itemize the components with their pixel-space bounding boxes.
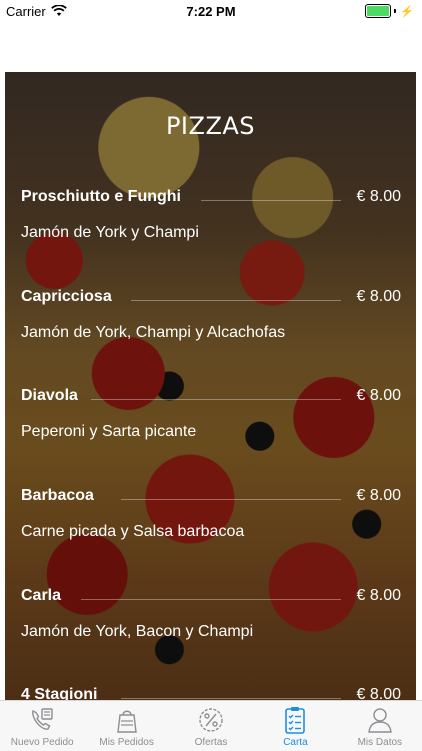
item-price: € 8.00	[356, 487, 401, 504]
item-name: Diavola	[21, 387, 78, 404]
menu-content: PIZZAS Proschiutto e Funghi € 8.00 Jamón…	[5, 72, 416, 700]
menu-item[interactable]: Capricciosa € 8.00 Jamón de York, Champi…	[21, 288, 401, 378]
status-time: 7:22 PM	[186, 3, 236, 19]
item-price: € 8.00	[356, 387, 401, 404]
menu-item[interactable]: 4 Stagioni € 8.00	[21, 686, 401, 700]
tab-label: Mis Pedidos	[99, 737, 154, 748]
item-divider	[121, 499, 341, 500]
user-profile-icon	[368, 708, 392, 733]
item-name: Capricciosa	[21, 288, 112, 305]
item-divider	[131, 300, 341, 301]
item-description: Peperoni y Sarta picante	[21, 423, 197, 440]
item-divider	[81, 599, 341, 600]
tab-mis-datos[interactable]: Mis Datos	[338, 701, 422, 751]
tab-bar: Nuevo Pedido Mis Pedidos Ofertas Carta M…	[0, 700, 422, 751]
item-description: Jamón de York y Champi	[21, 224, 199, 241]
item-name: Proschiutto e Funghi	[21, 188, 181, 205]
item-price: € 8.00	[356, 288, 401, 305]
item-description: Carne picada y Salsa barbacoa	[21, 523, 245, 540]
item-price: € 8.00	[356, 686, 401, 700]
battery-level	[367, 6, 390, 16]
menu-item[interactable]: Diavola € 8.00 Peperoni y Sarta picante	[21, 387, 401, 477]
percent-badge-icon	[199, 708, 223, 732]
menu-item[interactable]: Carla € 8.00 Jamón de York, Bacon y Cham…	[21, 587, 401, 677]
item-description: Jamón de York, Champi y Alcachofas	[21, 324, 286, 341]
menu-item[interactable]: Proschiutto e Funghi € 8.00 Jamón de Yor…	[21, 188, 401, 278]
clipboard-list-icon	[285, 707, 306, 734]
item-name: 4 Stagioni	[21, 686, 98, 700]
item-price: € 8.00	[356, 188, 401, 205]
menu-title: PIZZAS	[165, 112, 256, 140]
tab-mis-pedidos[interactable]: Mis Pedidos	[84, 701, 168, 751]
delivery-bag-icon	[116, 710, 137, 733]
item-divider	[121, 698, 341, 699]
battery-icon	[365, 4, 392, 18]
tab-label: Mis Datos	[357, 737, 403, 748]
menu-item[interactable]: Barbacoa € 8.00 Carne picada y Salsa bar…	[21, 487, 401, 577]
tab-label: Carta	[283, 737, 308, 748]
item-price: € 8.00	[356, 587, 401, 604]
tab-carta[interactable]: Carta	[253, 701, 337, 751]
status-bar: Carrier 7:22 PM ⚡	[0, 0, 422, 22]
tab-nuevo-pedido[interactable]: Nuevo Pedido	[0, 701, 84, 751]
item-divider	[91, 399, 341, 400]
tab-label: Nuevo Pedido	[10, 737, 74, 748]
item-name: Carla	[21, 587, 62, 604]
item-description: Jamón de York, Bacon y Champi	[21, 623, 254, 640]
tab-label: Ofertas	[194, 737, 228, 748]
item-name: Barbacoa	[21, 487, 94, 504]
tab-ofertas[interactable]: Ofertas	[169, 701, 253, 751]
phone-order-icon	[32, 708, 53, 730]
item-divider	[201, 200, 341, 201]
menu-card[interactable]: PIZZAS Proschiutto e Funghi € 8.00 Jamón…	[5, 72, 416, 700]
